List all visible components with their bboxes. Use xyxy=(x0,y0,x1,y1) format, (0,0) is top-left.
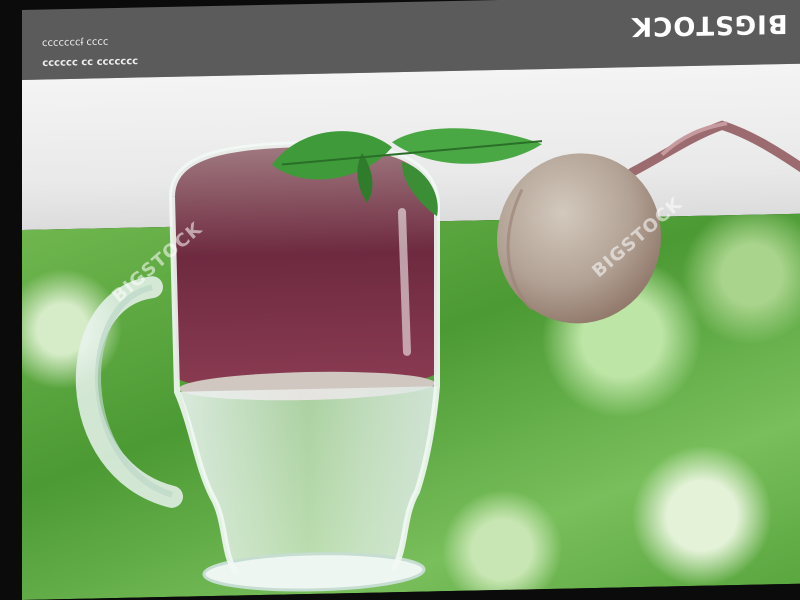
still-life-scene xyxy=(75,120,800,592)
empty-glass xyxy=(180,386,437,571)
glass-jug xyxy=(169,141,440,592)
beet-stems xyxy=(627,120,800,178)
jug-handle xyxy=(75,276,183,508)
beet-juice xyxy=(172,144,437,390)
stock-photo: ɔɔɔɔ ɟɔɔɔɔɔɔɔ ɔɔɔɔɔɔɔ ɔɔ ɔɔɔɔɔɔ BIGSTOCK xyxy=(22,0,800,600)
